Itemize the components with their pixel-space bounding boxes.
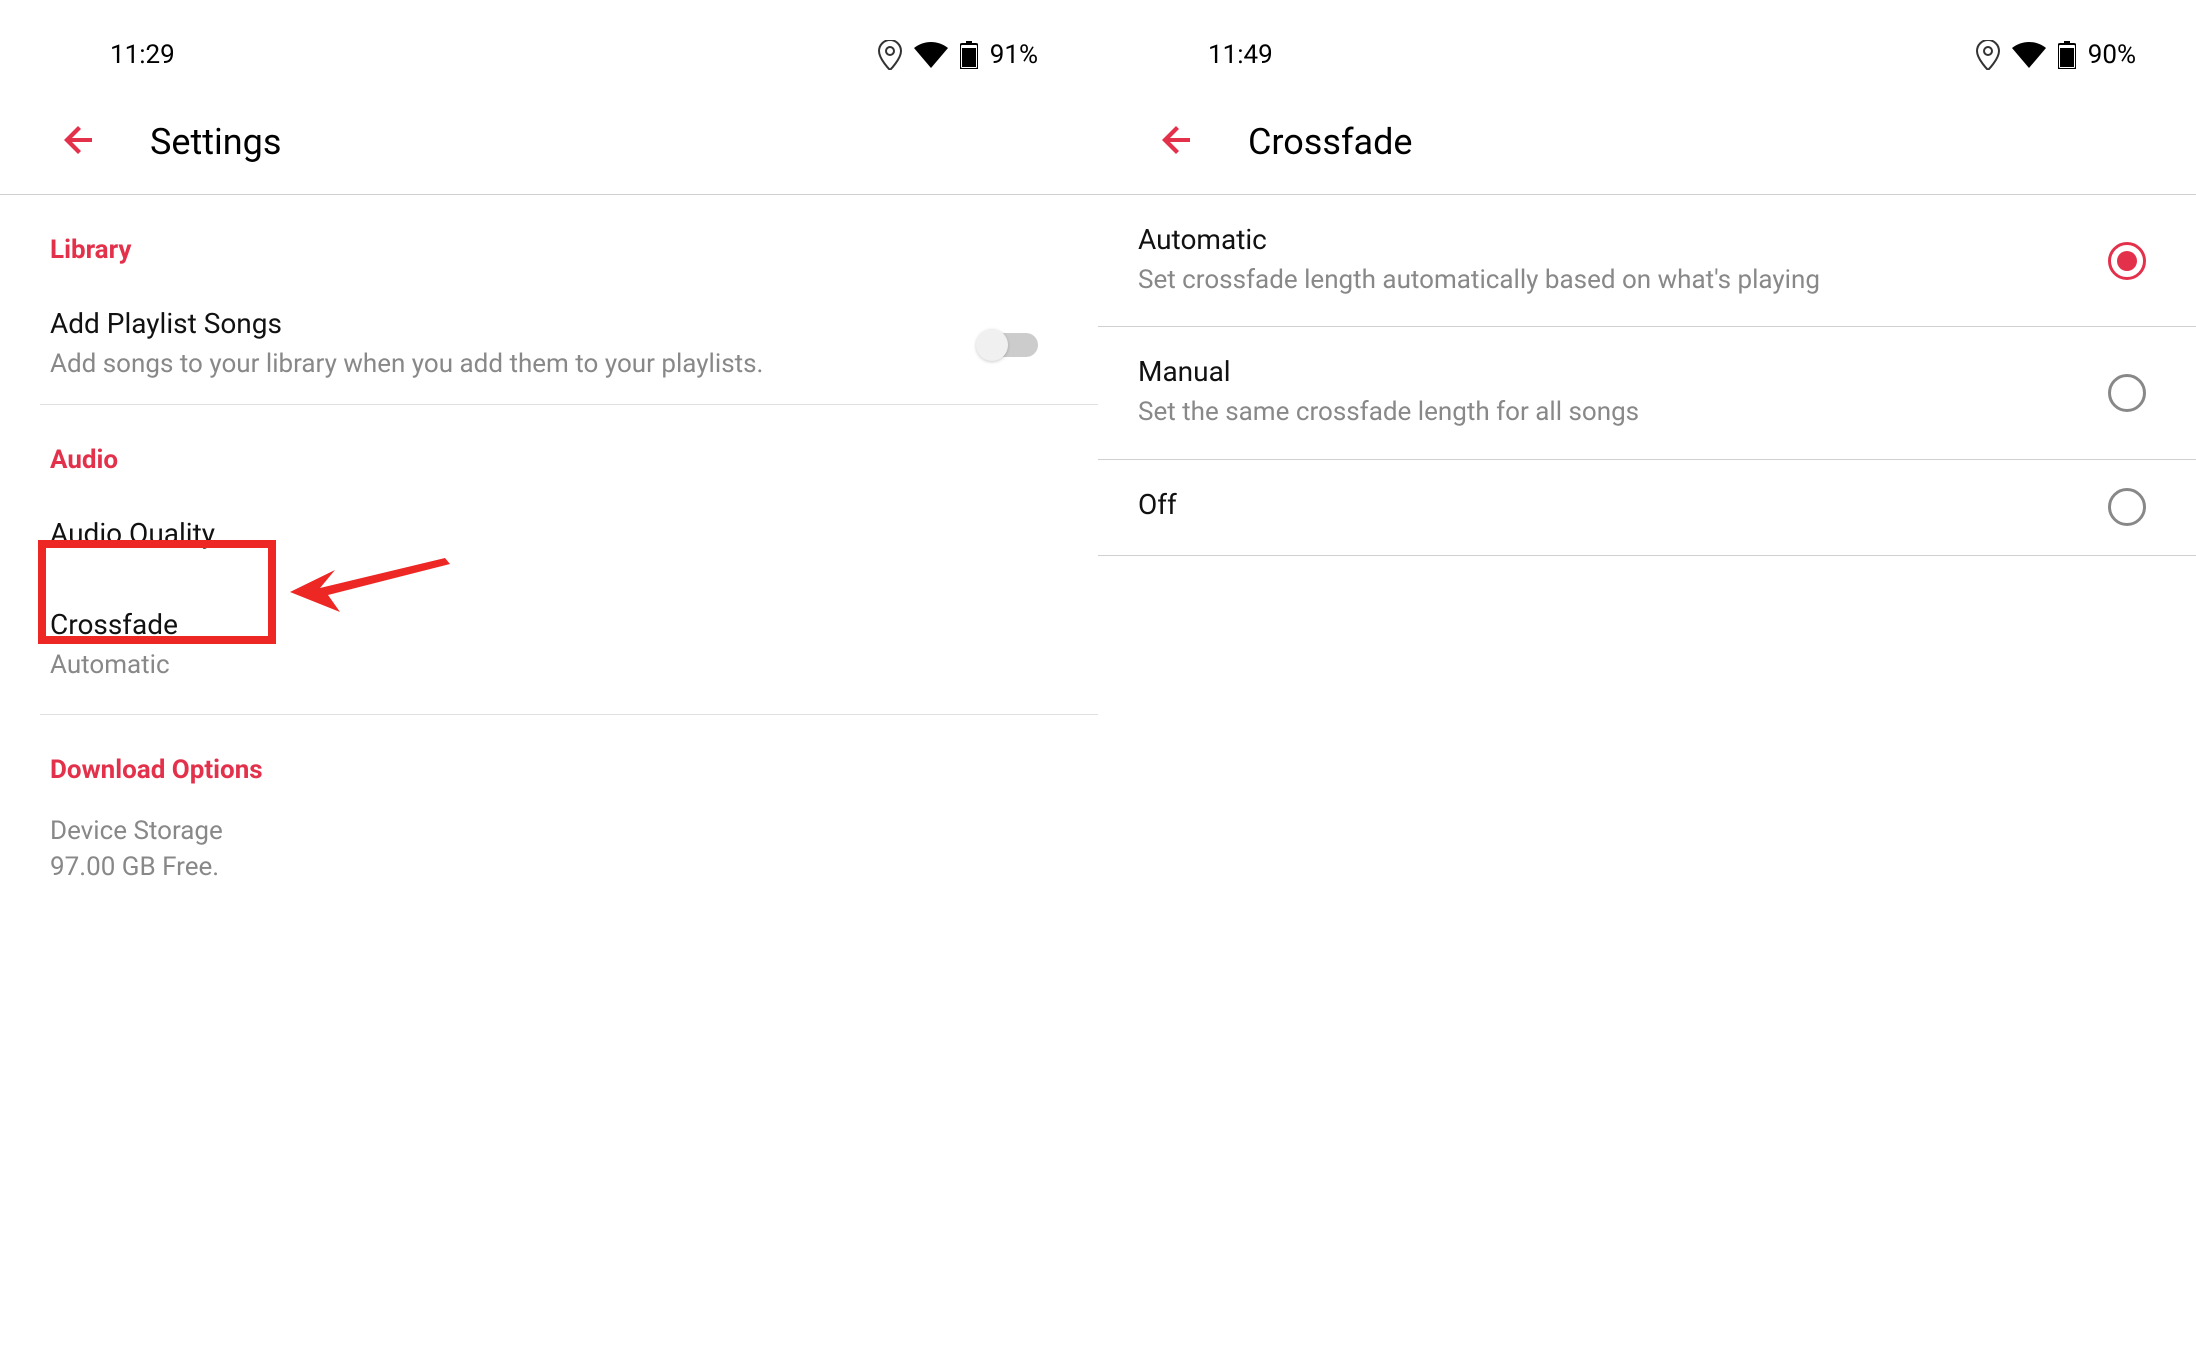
section-header-audio: Audio xyxy=(0,405,1098,495)
radio-button-automatic[interactable] xyxy=(2108,242,2146,280)
back-arrow-icon xyxy=(60,120,100,160)
status-time: 11:49 xyxy=(1208,40,1273,70)
status-bar-left: 11:29 91% xyxy=(0,0,1098,100)
page-title: Settings xyxy=(150,121,281,163)
crossfade-option-automatic[interactable]: Automatic Set crossfade length automatic… xyxy=(1098,195,2196,326)
setting-title: Audio Quality xyxy=(50,517,1048,550)
app-bar-settings: Settings xyxy=(0,100,1098,194)
battery-percent: 90% xyxy=(2088,40,2136,70)
crossfade-option-manual[interactable]: Manual Set the same crossfade length for… xyxy=(1098,327,2196,458)
radio-button-off[interactable] xyxy=(2108,488,2146,526)
settings-screen: 11:29 91% Settings Library Add Playlist … xyxy=(0,0,1098,1347)
crossfade-screen: 11:49 90% Crossfade Automatic Set crossf… xyxy=(1098,0,2196,1347)
setting-subtitle: Automatic xyxy=(50,647,1048,683)
battery-icon xyxy=(960,41,978,69)
status-indicators: 90% xyxy=(1976,40,2136,70)
wifi-icon xyxy=(2012,42,2046,68)
page-title: Crossfade xyxy=(1248,121,1412,163)
section-header-download: Download Options xyxy=(0,715,1098,805)
status-bar-right: 11:49 90% xyxy=(1098,0,2196,100)
status-time: 11:29 xyxy=(110,40,175,70)
back-button[interactable] xyxy=(60,120,100,164)
setting-title: Crossfade xyxy=(50,608,1048,641)
back-button[interactable] xyxy=(1158,120,1198,164)
setting-audio-quality[interactable]: Audio Quality xyxy=(0,495,1098,578)
radio-button-manual[interactable] xyxy=(2108,374,2146,412)
battery-percent: 91% xyxy=(990,40,1038,70)
setting-device-storage[interactable]: Device Storage 97.00 GB Free. xyxy=(0,805,1098,908)
location-icon xyxy=(878,40,902,70)
setting-title: Add Playlist Songs xyxy=(50,307,978,340)
radio-title: Off xyxy=(1138,488,2078,521)
location-icon xyxy=(1976,40,2000,70)
setting-crossfade[interactable]: Crossfade Automatic xyxy=(0,578,1098,713)
radio-title: Manual xyxy=(1138,355,2078,388)
back-arrow-icon xyxy=(1158,120,1198,160)
crossfade-option-off[interactable]: Off xyxy=(1098,460,2196,555)
divider xyxy=(1098,555,2196,556)
battery-icon xyxy=(2058,41,2076,69)
status-indicators: 91% xyxy=(878,40,1038,70)
toggle-knob xyxy=(976,329,1008,361)
toggle-add-playlist[interactable] xyxy=(978,333,1038,357)
storage-title: Device Storage xyxy=(50,813,1048,849)
radio-subtitle: Set crossfade length automatically based… xyxy=(1138,262,2078,298)
radio-title: Automatic xyxy=(1138,223,2078,256)
wifi-icon xyxy=(914,42,948,68)
section-header-library: Library xyxy=(0,195,1098,285)
setting-add-playlist-songs[interactable]: Add Playlist Songs Add songs to your lib… xyxy=(0,285,1098,404)
setting-subtitle: Add songs to your library when you add t… xyxy=(50,346,978,382)
radio-subtitle: Set the same crossfade length for all so… xyxy=(1138,394,2078,430)
app-bar-crossfade: Crossfade xyxy=(1098,100,2196,194)
storage-free: 97.00 GB Free. xyxy=(50,849,1048,885)
